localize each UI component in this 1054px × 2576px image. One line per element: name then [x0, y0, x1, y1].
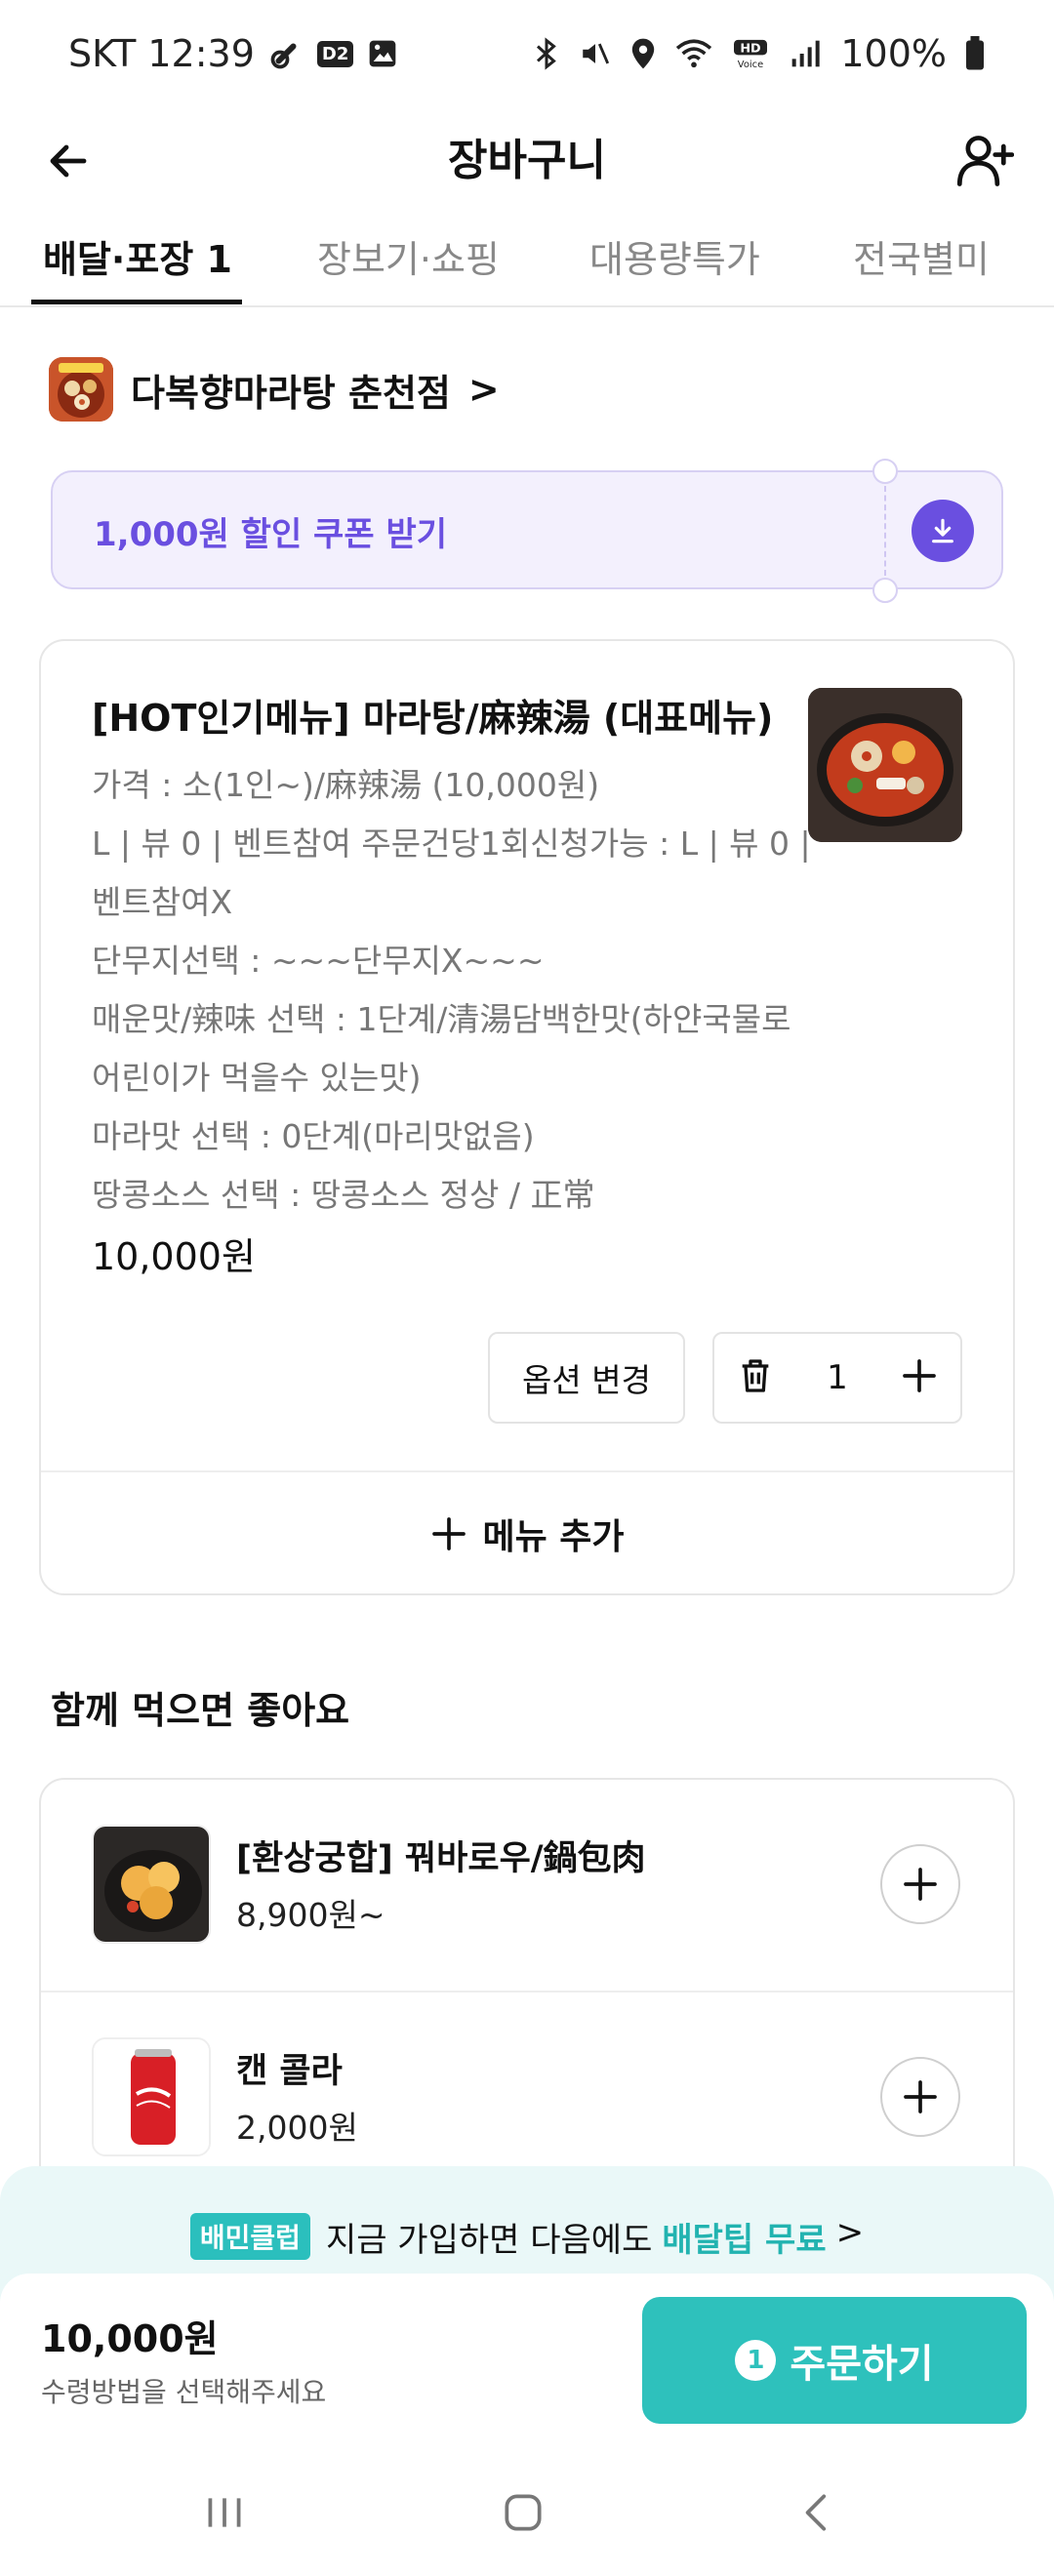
option-line: 매운맛/辣味 선택 : 1단계/清湯담백한맛(하얀국물로 어린이가 먹을수 있는…: [92, 1000, 791, 1097]
plus-icon: [904, 2080, 937, 2113]
promo-text: 지금 가입하면 다음에도: [325, 2221, 653, 2260]
tab-bulk-deals[interactable]: 대용량특가: [589, 220, 760, 305]
coupon-notch: [872, 578, 898, 603]
list-item[interactable]: [환상궁합] 꿔바로우/鍋包肉 8,900원~: [41, 1780, 1013, 1991]
d2-badge: D2: [316, 40, 354, 67]
status-right: HD Voice 100%: [532, 32, 986, 75]
cart-item-card: [HOT인기메뉴] 마라탕/麻辣湯 (대표메뉴) 가격 : 소(1인~)/麻辣湯…: [39, 639, 1015, 1595]
app-header: 장바구니: [0, 107, 1054, 220]
order-count-badge: 1: [735, 2340, 777, 2381]
add-item-button[interactable]: [880, 1844, 960, 1924]
category-tabs: 배달·포장 1 장보기·쇼핑 대용량특가 전국별미: [0, 220, 1054, 307]
item-image: [808, 688, 962, 842]
svg-text:HD: HD: [741, 42, 761, 57]
home-button[interactable]: [484, 2478, 562, 2547]
signal-icon: [788, 38, 823, 69]
gallery-icon: [367, 38, 398, 69]
coupon-download-button[interactable]: [912, 500, 974, 562]
battery-percent: 100%: [840, 32, 947, 75]
order-bar: 10,000원 수령방법을 선택해주세요 1 주문하기: [0, 2274, 1054, 2449]
location-icon: [629, 37, 657, 70]
bluetooth-icon: [532, 36, 561, 71]
link-icon: [268, 36, 304, 71]
item-options: 가격 : 소(1인~)/麻辣湯 (10,000원) L | 뷰 0 | 벤트참여…: [92, 756, 814, 1225]
mute-icon: [579, 37, 612, 70]
hd-voice-icon: HD Voice: [731, 37, 770, 70]
total-price: 10,000원: [41, 2317, 219, 2360]
order-button[interactable]: 1 주문하기: [642, 2297, 1027, 2424]
status-bar: SKT 12:39 D2 HD Voice 100%: [0, 0, 1054, 107]
store-logo: [49, 357, 113, 422]
svg-text:Voice: Voice: [738, 60, 763, 70]
rec-item-image: [92, 1825, 211, 1944]
quantity-stepper: 1: [712, 1332, 962, 1424]
store-name: 다복향마라탕 춘천점: [131, 371, 451, 415]
home-icon: [505, 2494, 542, 2531]
tab-grocery[interactable]: 장보기·쇼핑: [317, 220, 500, 305]
promo-highlight: 배달팁 무료: [662, 2221, 827, 2260]
option-line: 가격 : 소(1인~)/麻辣湯 (10,000원): [92, 766, 600, 804]
rec-item-name: [환상궁합] 꿔바로우/鍋包肉: [236, 1839, 646, 1878]
status-left: SKT 12:39 D2: [68, 32, 398, 75]
battery-icon: [964, 36, 986, 71]
add-menu-label: 메뉴 추가: [482, 1517, 625, 1557]
system-nav-bar: [0, 2449, 1054, 2576]
order-button-label: 주문하기: [790, 2342, 934, 2387]
option-line: L | 뷰 0 | 벤트참여 주문건당1회신청가능 : L | 뷰 0 | 벤트…: [92, 825, 811, 921]
increase-button[interactable]: [900, 1356, 939, 1399]
plus-icon: [904, 1868, 937, 1901]
status-time: SKT 12:39: [68, 32, 255, 75]
chevron-right-icon: >: [835, 2213, 865, 2252]
tab-regional[interactable]: 전국별미: [853, 220, 990, 305]
quantity-value: 1: [827, 1358, 848, 1397]
item-price: 10,000원: [92, 1235, 256, 1278]
coupon-banner[interactable]: 1,000원 할인 쿠폰 받기: [51, 459, 1003, 603]
trash-icon: [742, 1359, 769, 1392]
tab-delivery[interactable]: 배달·포장 1: [43, 220, 232, 305]
add-menu-button[interactable]: 메뉴 추가: [41, 1472, 1013, 1595]
system-back-button[interactable]: [779, 2478, 857, 2547]
recent-apps-button[interactable]: [185, 2478, 264, 2547]
option-line: 마라맛 선택 : 0단계(마리맛없음): [92, 1117, 535, 1155]
club-badge: 배민클럽: [189, 2213, 310, 2260]
active-tab-indicator: [31, 300, 242, 304]
coupon-label: 1,000원 할인 쿠폰 받기: [94, 515, 448, 554]
delete-button[interactable]: [736, 1356, 775, 1399]
coupon-notch: [872, 459, 898, 484]
rec-item-image: [92, 2037, 211, 2156]
rec-item-price: 2,000원: [236, 2109, 358, 2147]
coupon-divider: [884, 486, 886, 576]
add-user-icon: [956, 136, 1014, 186]
option-line: 단무지선택 : ~~~단무지X~~~: [92, 942, 545, 980]
store-link[interactable]: 다복향마라탕 춘천점 >: [49, 357, 500, 422]
rec-item-price: 8,900원~: [236, 1896, 385, 1934]
add-item-button[interactable]: [880, 2057, 960, 2137]
recommend-title: 함께 먹으면 좋아요: [51, 1689, 350, 1732]
download-icon: [932, 518, 953, 543]
add-user-button[interactable]: [951, 127, 1019, 195]
rec-item-name: 캔 콜라: [236, 2052, 343, 2091]
plus-icon: [432, 1517, 466, 1550]
chevron-left-icon: [805, 2494, 827, 2531]
item-title: [HOT인기메뉴] 마라탕/麻辣湯 (대표메뉴): [92, 697, 774, 740]
option-change-button[interactable]: 옵션 변경: [488, 1332, 685, 1424]
pickup-hint: 수령방법을 선택해주세요: [41, 2376, 327, 2408]
option-line: 땅콩소스 선택 : 땅콩소스 정상 / 正常: [92, 1176, 595, 1214]
recent-apps-icon: [208, 2498, 241, 2527]
wifi-icon: [674, 37, 713, 70]
plus-icon: [903, 1359, 936, 1392]
page-title: 장바구니: [448, 136, 606, 185]
chevron-right-icon: >: [467, 368, 500, 411]
